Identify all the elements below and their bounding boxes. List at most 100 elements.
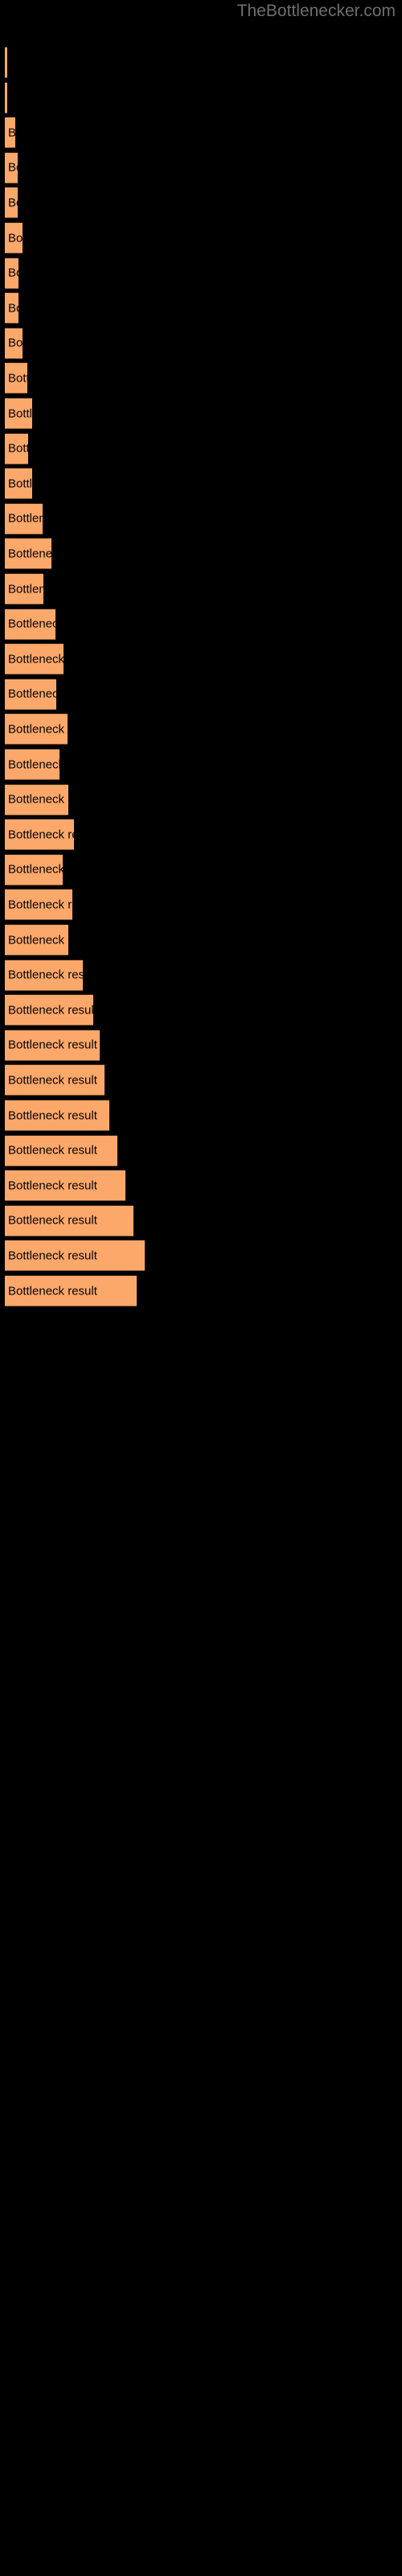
- bar-row: Bottleneck result: [0, 151, 402, 184]
- bar-label: Bottleneck result: [8, 652, 64, 667]
- bar-row: Bottleneck result: [0, 398, 402, 429]
- bar-label: Bottleneck result: [8, 933, 68, 947]
- bar: Bottleneck result: [5, 362, 27, 394]
- bar: Bottleneck result: [5, 573, 43, 605]
- bar-row: Bottleneck result: [0, 819, 402, 851]
- bar: Bottleneck result: [5, 643, 64, 675]
- bar-row: Bottleneck result: [0, 292, 402, 324]
- bar-label: Bottleneck result: [8, 126, 15, 139]
- bar: Bottleneck result: [5, 1134, 117, 1166]
- bar-label: Bottleneck result: [8, 160, 18, 175]
- bar: Bottleneck result: [5, 994, 93, 1026]
- bar-row: Bottleneck result: [0, 502, 402, 535]
- bar: Bottleneck result: [5, 398, 32, 429]
- bar: Bottleneck result: [5, 117, 15, 149]
- bars-layer: Bottleneck result Bottleneck result Bottle…: [0, 0, 402, 2576]
- bar-label: Bottleneck result: [8, 968, 83, 982]
- bar: Bottleneck result: [5, 257, 18, 289]
- bar-label: Bottleneck result: [8, 547, 51, 561]
- bar: Bottleneck result: [5, 538, 51, 570]
- bar-label: Bottleneck result: [8, 1108, 97, 1122]
- bar: Bottleneck result: [5, 327, 23, 359]
- bar-label: Bottleneck result: [8, 301, 18, 316]
- bar-label: Bottleneck result: [8, 722, 68, 737]
- bar-label: Bottleneck result: [8, 617, 55, 631]
- bar-row: Bottleneck result: [0, 573, 402, 605]
- bar: Bottleneck result: [5, 889, 72, 921]
- bar: Bottleneck result: [5, 222, 23, 254]
- bar: Bottleneck result: [5, 1170, 125, 1202]
- bar: Bottleneck result: [5, 1064, 105, 1096]
- bar: Bottleneck result: [5, 713, 68, 745]
- bar: Bottleneck result: [5, 1204, 133, 1236]
- bar: Bottleneck result: [5, 432, 28, 464]
- bar-row: Bottleneck result: [0, 222, 402, 254]
- bar: Bottleneck result: [5, 1240, 145, 1272]
- bar-label: Bottleneck result: [8, 792, 68, 807]
- bar-label: Bottleneck result: [8, 862, 63, 877]
- bar-label: Bottleneck result: [8, 687, 56, 701]
- bar-label: Bottleneck result: [8, 371, 27, 386]
- bar-row: Bottleneck result: [0, 1275, 402, 1307]
- bar-label: Bottleneck result: [8, 1179, 97, 1193]
- bar-row: Bottleneck result: [0, 994, 402, 1026]
- bar-row: Bottleneck result: [0, 959, 402, 991]
- bar-label: Bottleneck result: [8, 1284, 97, 1298]
- bar: Bottleneck result: [5, 187, 18, 219]
- bar-label: Bottleneck result: [8, 582, 43, 596]
- bar: Bottleneck result: [5, 608, 55, 640]
- bar: Bottleneck result: [5, 1100, 109, 1131]
- bar-row: Bottleneck result: [0, 432, 402, 464]
- bar-row: Bottleneck result: [0, 783, 402, 815]
- bar-row: Bottleneck result: [0, 713, 402, 745]
- bar-row: Bottleneck result: [0, 749, 402, 780]
- bar-label: Bottleneck result: [8, 407, 32, 420]
- bar-row: Bottleneck result: [0, 47, 402, 78]
- bar-label: Bottleneck result: [8, 758, 59, 771]
- bar-row: Bottleneck result: [0, 117, 402, 149]
- bar-row: Bottleneck result: [0, 1170, 402, 1202]
- bar-label: Bottleneck result: [8, 898, 72, 912]
- bar-row: Bottleneck result: [0, 1029, 402, 1061]
- bar-label: Bottleneck result: [8, 1073, 97, 1088]
- bar-row: Bottleneck result: [0, 1134, 402, 1166]
- bar-label: Bottleneck result: [8, 196, 18, 210]
- bar-label: Bottleneck result: [8, 1038, 97, 1052]
- bar-label: Bottleneck result: [8, 266, 18, 280]
- bar-row: Bottleneck result: [0, 924, 402, 956]
- bar-row: Bottleneck result: [0, 889, 402, 921]
- bar-row: Bottleneck result: [0, 678, 402, 710]
- bar-row: Bottleneck result: [0, 1100, 402, 1131]
- bar-row: Bottleneck result: [0, 257, 402, 289]
- bar-label: Bottleneck result: [8, 828, 74, 842]
- bar-row: Bottleneck result: [0, 853, 402, 886]
- bar: Bottleneck result: [5, 502, 43, 535]
- bar-row: Bottleneck result: [0, 327, 402, 359]
- bar: Bottleneck result: [5, 959, 83, 991]
- bar-row: Bottleneck result: [0, 643, 402, 675]
- bar-label: Bottleneck result: [8, 1003, 93, 1018]
- bar: Bottleneck result: [5, 853, 63, 886]
- bar-row: Bottleneck result: [0, 1204, 402, 1236]
- bar-label: Bottleneck result: [8, 511, 43, 526]
- bar-row: Bottleneck result: [0, 187, 402, 219]
- bar: Bottleneck result: [5, 678, 56, 710]
- bar: Bottleneck result: [5, 1275, 137, 1307]
- bar-label: Bottleneck result: [8, 1143, 97, 1158]
- bar-label: Bottleneck result: [8, 336, 23, 350]
- bar: Bottleneck result: [5, 749, 59, 780]
- bar-row: Bottleneck result: [0, 608, 402, 640]
- bar-row: Bottleneck result: [0, 81, 402, 114]
- bar-label: Bottleneck result: [8, 441, 28, 456]
- bar-row: Bottleneck result: [0, 1240, 402, 1272]
- bar-label: Bottleneck result: [8, 1213, 97, 1228]
- bar: Bottleneck result: [5, 47, 7, 78]
- bar: Bottleneck result: [5, 783, 68, 815]
- bar-row: Bottleneck result: [0, 362, 402, 394]
- bar-row: Bottleneck result: [0, 468, 402, 500]
- bar: Bottleneck result: [5, 292, 18, 324]
- bar: Bottleneck result: [5, 924, 68, 956]
- bar: Bottleneck result: [5, 468, 32, 500]
- bar-row: Bottleneck result: [0, 1064, 402, 1096]
- bar-label: Bottleneck result: [8, 231, 23, 245]
